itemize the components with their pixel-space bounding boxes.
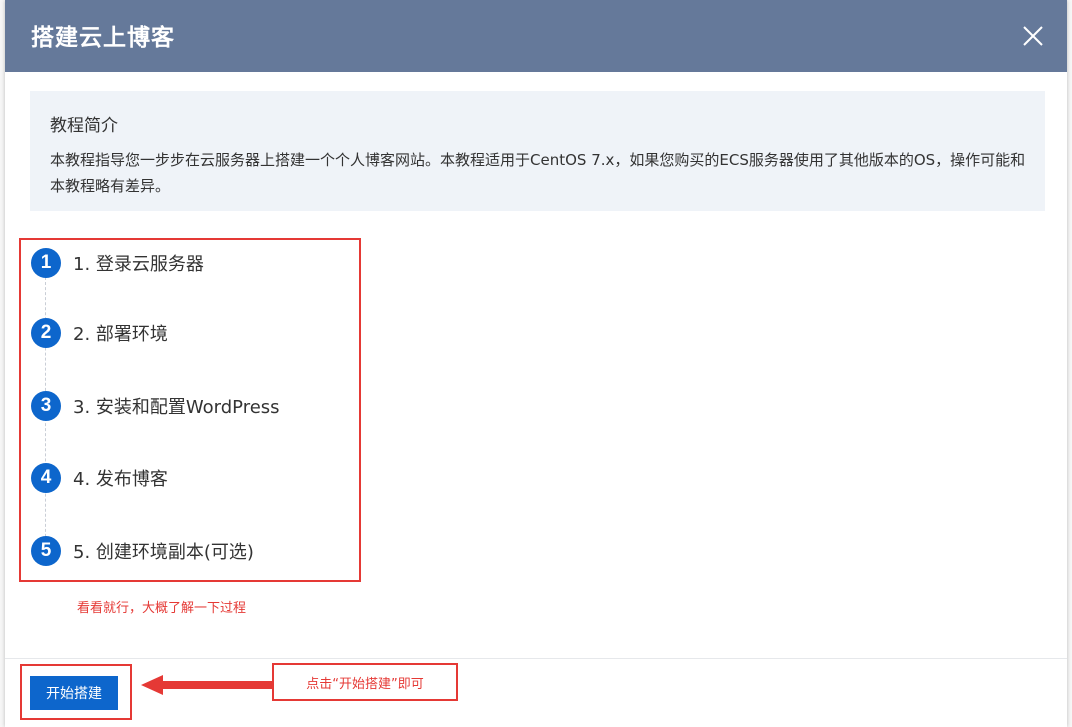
- intro-body: 本教程指导您一步步在云服务器上搭建一个个人博客网站。本教程适用于CentOS 7…: [50, 151, 1026, 195]
- step-item-5[interactable]: 5 5. 创建环境副本(可选): [31, 536, 254, 566]
- footer-divider: [5, 658, 1067, 659]
- step-label: 1. 登录云服务器: [73, 254, 204, 275]
- step-item-1[interactable]: 1 1. 登录云服务器: [31, 248, 204, 278]
- step-item-3[interactable]: 3 3. 安装和配置WordPress: [31, 391, 280, 421]
- modal-header: 搭建云上博客: [5, 0, 1067, 72]
- step-label: 3. 安装和配置WordPress: [73, 397, 280, 418]
- steps-annotation-note: 看看就行，大概了解一下过程: [77, 601, 247, 616]
- start-build-button[interactable]: 开始搭建: [30, 676, 118, 710]
- step-label: 5. 创建环境副本(可选): [73, 542, 254, 563]
- step-item-4[interactable]: 4 4. 发布博客: [31, 463, 168, 493]
- step-label: 4. 发布博客: [73, 469, 168, 490]
- intro-title: 教程简介: [50, 116, 118, 136]
- step-label: 2. 部署环境: [73, 324, 168, 345]
- close-icon[interactable]: [1021, 24, 1045, 48]
- step-number-badge: 2: [31, 318, 61, 348]
- step-item-2[interactable]: 2 2. 部署环境: [31, 318, 168, 348]
- step-number-badge: 4: [31, 463, 61, 493]
- step-number-badge: 5: [31, 536, 61, 566]
- step-number-badge: 1: [31, 248, 61, 278]
- intro-panel: 教程简介 本教程指导您一步步在云服务器上搭建一个个人博客网站。本教程适用于Cen…: [30, 91, 1045, 211]
- modal-title: 搭建云上博客: [31, 25, 175, 51]
- step-number-badge: 3: [31, 391, 61, 421]
- annotation-arrow-icon: [141, 675, 275, 695]
- tutorial-modal: 搭建云上博客 教程简介 本教程指导您一步步在云服务器上搭建一个个人博客网站。本教…: [5, 0, 1067, 727]
- start-annotation-callout: 点击“开始搭建”即可: [272, 663, 458, 701]
